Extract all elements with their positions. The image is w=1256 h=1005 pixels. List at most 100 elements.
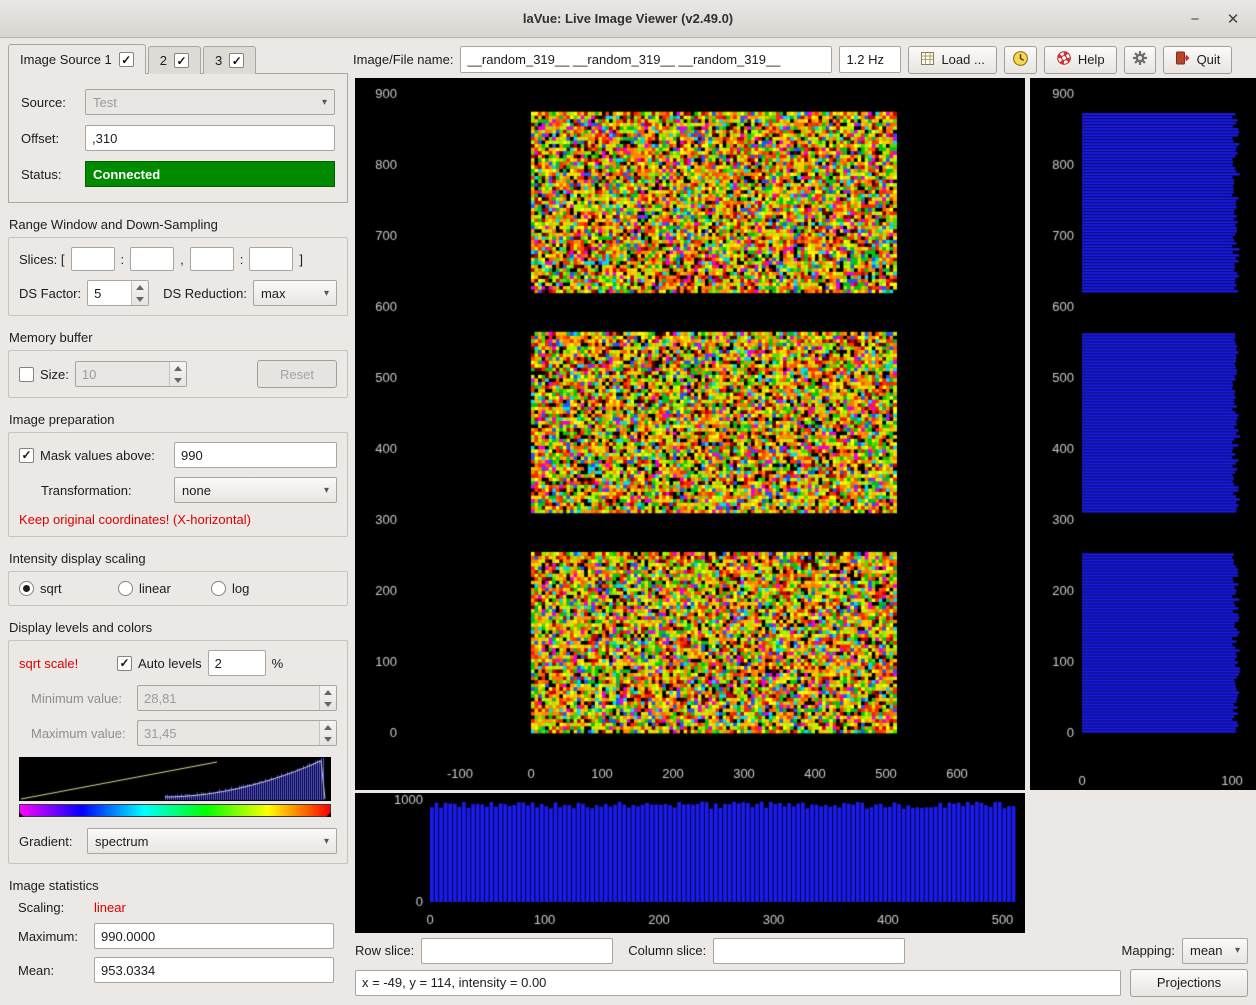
spin-down-icon[interactable] xyxy=(170,374,186,386)
chevron-down-icon: ▾ xyxy=(324,288,329,299)
slice-col-end-input[interactable] xyxy=(249,247,293,271)
statistics-section: Scaling: linear Maximum: Mean: xyxy=(8,898,348,985)
mask-checkbox[interactable]: ✓ xyxy=(19,448,34,463)
scaling-linear-label: linear xyxy=(139,581,205,596)
check-icon: ✓ xyxy=(232,55,242,67)
filename-label: Image/File name: xyxy=(353,52,453,67)
row-projection-canvas[interactable] xyxy=(1030,78,1256,790)
percent-label: % xyxy=(272,656,284,671)
frame-rate-field[interactable] xyxy=(839,46,901,73)
spin-up-icon[interactable] xyxy=(132,281,148,293)
tab-image-source-3[interactable]: 3 ✓ xyxy=(203,46,256,74)
statistics-section-title: Image statistics xyxy=(9,878,347,893)
spinner-arrows[interactable] xyxy=(169,362,186,386)
memory-section: Size: Reset xyxy=(8,350,348,398)
stats-mean-field[interactable] xyxy=(94,957,334,983)
autolevels-checkbox[interactable]: ✓ xyxy=(117,656,132,671)
check-icon: ✓ xyxy=(21,449,31,461)
mask-value-input[interactable] xyxy=(174,442,337,468)
stats-maximum-field[interactable] xyxy=(94,923,334,949)
slice-col-start-input[interactable] xyxy=(190,247,234,271)
histogram-canvas[interactable] xyxy=(19,757,331,801)
stats-mean-label: Mean: xyxy=(18,963,88,978)
spin-down-icon[interactable] xyxy=(320,733,336,745)
main-image-plot[interactable] xyxy=(355,78,1025,790)
ds-factor-input[interactable] xyxy=(88,281,131,305)
preparation-section: ✓ Mask values above: Transformation: non… xyxy=(8,432,348,537)
mapping-select[interactable]: mean ▾ xyxy=(1182,938,1248,964)
transformation-label: Transformation: xyxy=(41,483,168,498)
levels-histogram[interactable] xyxy=(19,757,331,817)
minimum-spinbox[interactable] xyxy=(137,685,337,711)
gradient-select[interactable]: spectrum ▾ xyxy=(87,828,337,854)
maximum-input[interactable] xyxy=(138,721,319,745)
spinner-arrows[interactable] xyxy=(319,721,336,745)
intensity-section: sqrt linear log xyxy=(8,571,348,606)
minimum-input[interactable] xyxy=(138,686,319,710)
offset-input[interactable] xyxy=(85,125,335,151)
column-slice-label: Column slice: xyxy=(628,943,706,958)
memory-section-title: Memory buffer xyxy=(9,330,347,345)
row-slice-input[interactable] xyxy=(421,938,613,964)
slice-row-start-input[interactable] xyxy=(71,247,115,271)
tab2-label: 2 xyxy=(160,53,167,68)
tab1-checkbox[interactable]: ✓ xyxy=(119,52,134,67)
tab-image-source-1[interactable]: Image Source 1 ✓ xyxy=(8,44,146,74)
spin-down-icon[interactable] xyxy=(132,293,148,305)
maximum-spinbox[interactable] xyxy=(137,720,337,746)
quit-button[interactable]: Quit xyxy=(1163,46,1233,74)
load-file-icon xyxy=(920,51,935,69)
spin-down-icon[interactable] xyxy=(320,698,336,710)
settings-button[interactable] xyxy=(1124,46,1156,74)
close-icon[interactable]: ✕ xyxy=(1222,8,1244,30)
tab2-checkbox[interactable]: ✓ xyxy=(174,53,189,68)
autolevels-percent-input[interactable] xyxy=(208,650,266,676)
spin-up-icon[interactable] xyxy=(170,362,186,374)
spinner-arrows[interactable] xyxy=(131,281,148,305)
ds-reduction-select[interactable]: max ▾ xyxy=(253,280,337,306)
source-tabbar: Image Source 1 ✓ 2 ✓ 3 ✓ xyxy=(8,44,348,74)
row-projection-plot[interactable] xyxy=(1030,78,1256,790)
buffer-size-spinbox[interactable] xyxy=(75,361,187,387)
memory-buffer-checkbox[interactable] xyxy=(19,367,34,382)
scaling-log-label: log xyxy=(232,581,249,596)
buffer-size-input[interactable] xyxy=(76,362,169,386)
source-select[interactable]: Test ▾ xyxy=(85,89,335,115)
window-title: laVue: Live Image Viewer (v2.49.0) xyxy=(523,11,733,26)
slice-row-end-input[interactable] xyxy=(130,247,174,271)
load-button[interactable]: Load ... xyxy=(908,46,996,74)
image-canvas[interactable] xyxy=(355,78,1025,790)
filename-input[interactable] xyxy=(460,46,832,73)
spinner-arrows[interactable] xyxy=(319,686,336,710)
quit-icon xyxy=(1175,50,1191,69)
range-section: Slices: [ : , : ] DS Factor: DS Reductio… xyxy=(8,237,348,316)
column-projection-canvas[interactable] xyxy=(355,793,1025,933)
row-slice-label: Row slice: xyxy=(355,943,414,958)
status-label: Status: xyxy=(21,167,79,182)
chevron-down-icon: ▾ xyxy=(322,97,327,108)
help-button[interactable]: Help xyxy=(1044,46,1117,74)
gradient-bar[interactable] xyxy=(19,804,331,817)
tab-image-source-2[interactable]: 2 ✓ xyxy=(148,46,201,74)
column-slice-input[interactable] xyxy=(713,938,905,964)
spin-up-icon[interactable] xyxy=(320,721,336,733)
titlebar: laVue: Live Image Viewer (v2.49.0) − ✕ xyxy=(0,0,1256,38)
column-projection-plot[interactable] xyxy=(355,793,1025,933)
scaling-linear-radio[interactable] xyxy=(118,581,133,596)
reset-button[interactable]: Reset xyxy=(257,360,337,388)
projections-button[interactable]: Projections xyxy=(1130,969,1248,997)
minimize-icon[interactable]: − xyxy=(1184,8,1206,30)
source-settings-pane: Source: Test ▾ Offset: Status: Connected xyxy=(8,73,348,203)
tab3-checkbox[interactable]: ✓ xyxy=(229,53,244,68)
transformation-select[interactable]: none ▾ xyxy=(174,477,337,503)
ds-factor-spinbox[interactable] xyxy=(87,280,149,306)
scaling-log-radio[interactable] xyxy=(211,581,226,596)
timer-button[interactable] xyxy=(1004,46,1037,74)
scale-note: sqrt scale! xyxy=(19,656,111,671)
check-icon: ✓ xyxy=(121,54,131,66)
spin-up-icon[interactable] xyxy=(320,686,336,698)
clock-icon xyxy=(1012,50,1029,70)
pixel-info-field[interactable] xyxy=(355,970,1121,996)
scaling-sqrt-radio[interactable] xyxy=(19,581,34,596)
stats-maximum-label: Maximum: xyxy=(18,929,88,944)
